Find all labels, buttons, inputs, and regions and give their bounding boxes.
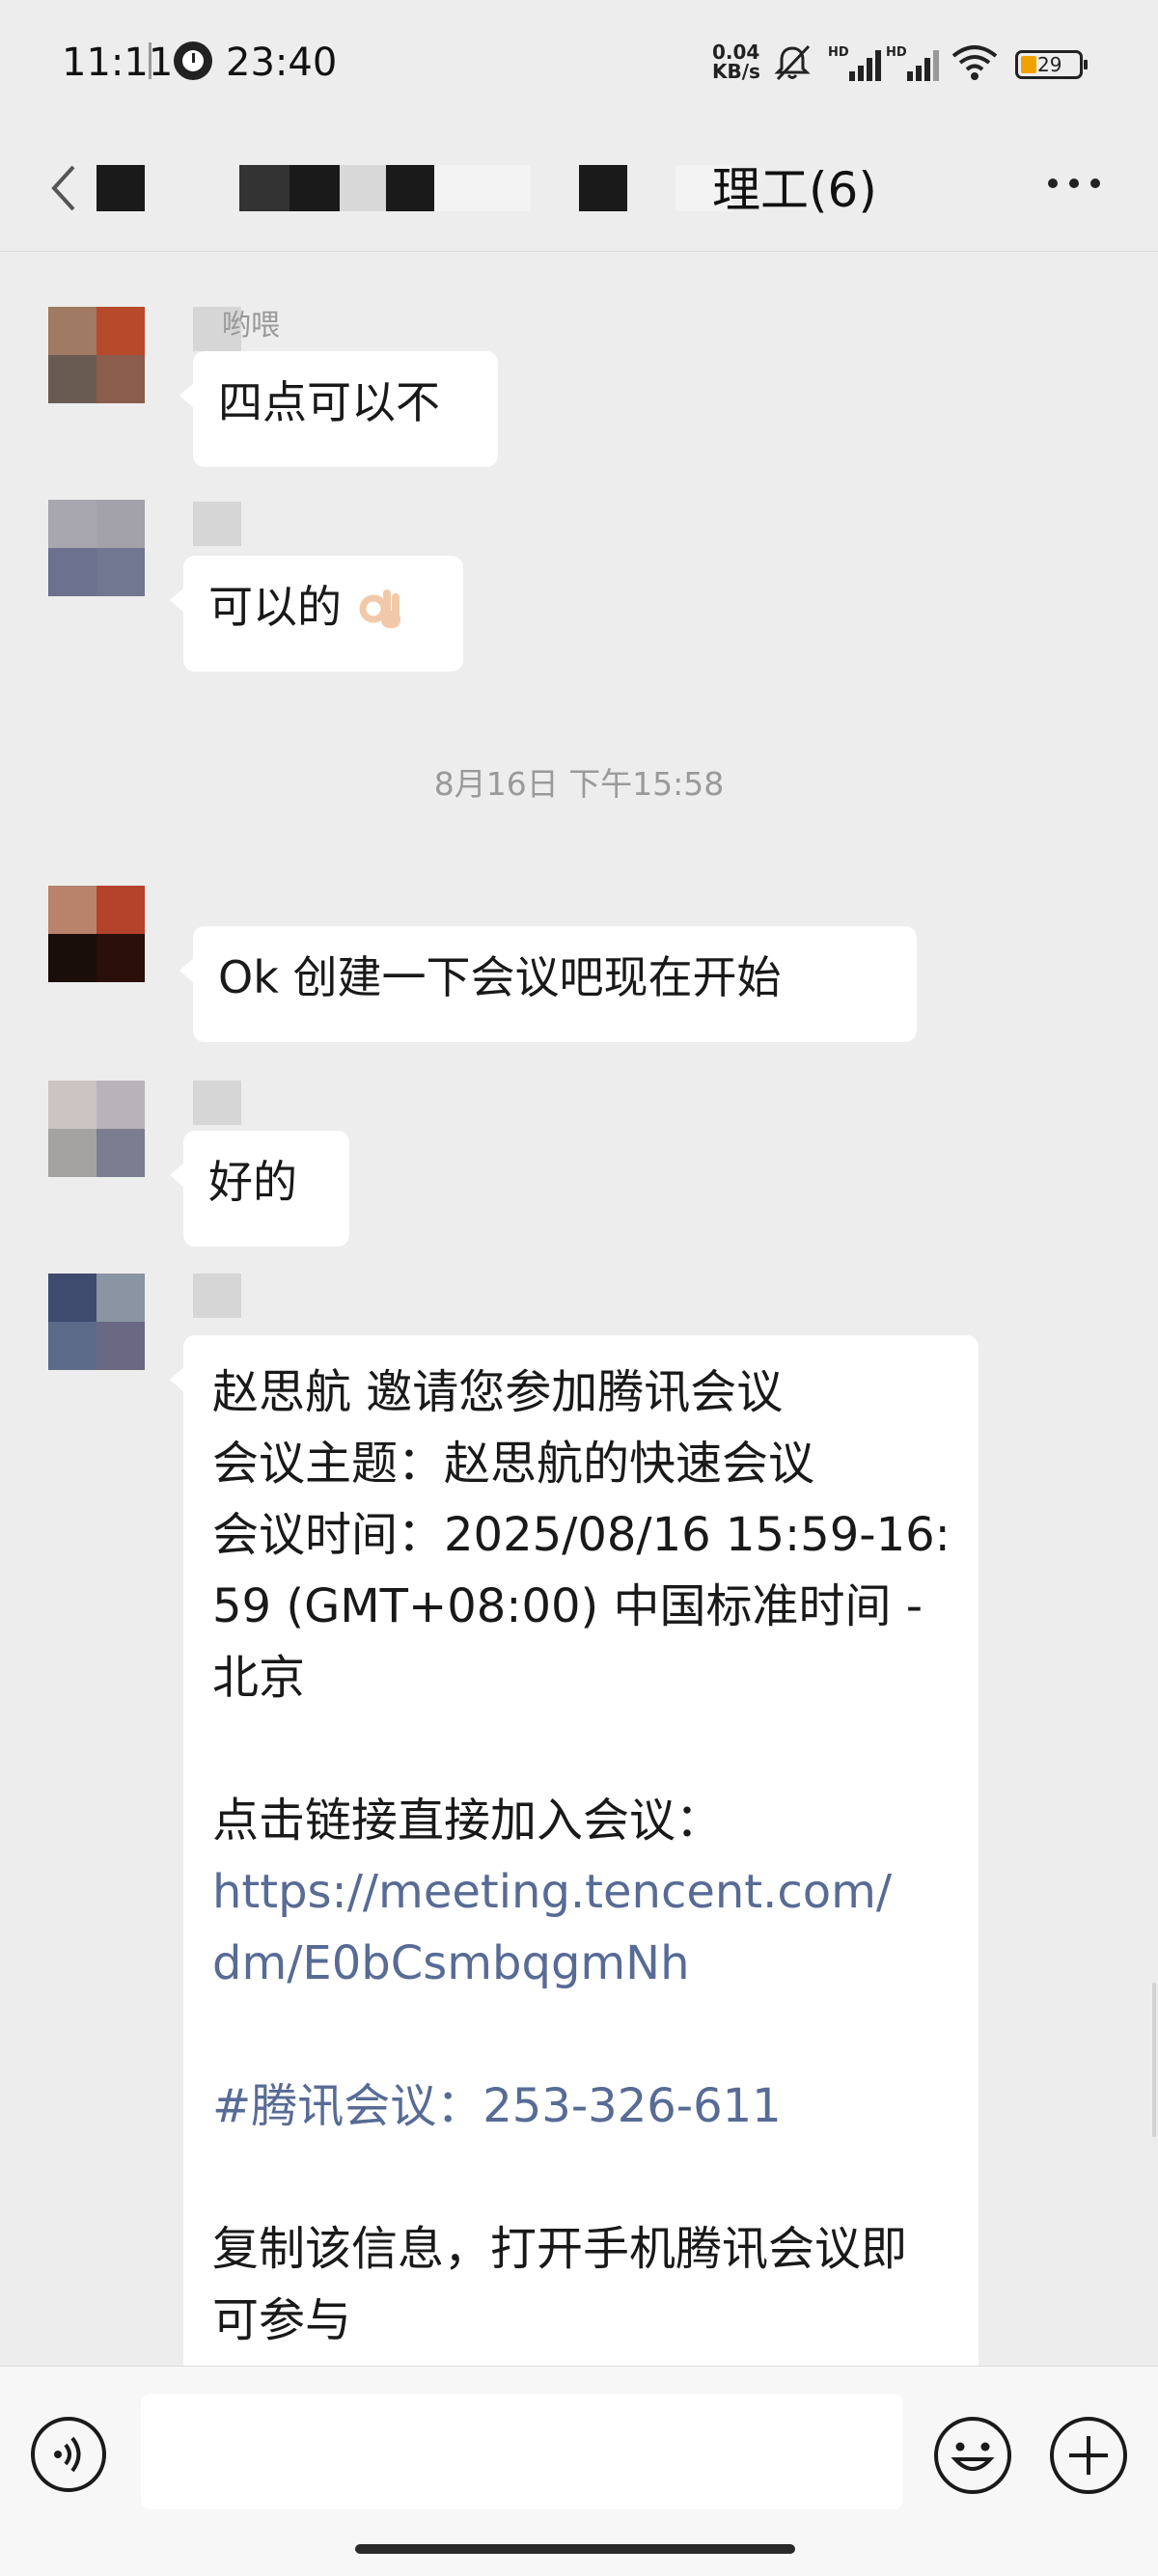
net-speed-value: 0.04: [712, 41, 760, 64]
emoji-icon[interactable]: [932, 2415, 1013, 2496]
signal-icon-2: HD: [886, 45, 939, 81]
meeting-link[interactable]: dm/E0bCsmbqgmNh: [212, 1928, 950, 1999]
invite-line: 北京: [212, 1651, 306, 1705]
redacted-title-block: [239, 165, 290, 211]
sender-name-blur: [193, 1274, 241, 1318]
message-bubble[interactable]: Ok 创建一下会议吧现在开始: [179, 926, 917, 1042]
sender-name-blur: [193, 1081, 241, 1125]
battery-icon: 29: [1015, 50, 1088, 79]
svg-text:HD: HD: [828, 45, 849, 60]
avatar[interactable]: [48, 886, 145, 982]
status-bar: 11:11 23:40 0.04 KB/s HD HD 29: [0, 0, 1158, 130]
plus-icon[interactable]: [1048, 2415, 1129, 2496]
message-text: 好的: [208, 1156, 297, 1208]
wifi-icon: [951, 45, 998, 80]
status-alarm-time: 23:40: [226, 41, 338, 85]
join-prompt: 点击链接直接加入会议：: [212, 1794, 723, 1848]
invite-footer: 复制该信息，打开手机腾讯会议即: [212, 2222, 908, 2276]
chat-screen: 11:11 23:40 0.04 KB/s HD HD 29 理工(6) 哟喂 …: [0, 0, 1158, 2576]
avatar[interactable]: [48, 500, 145, 596]
message-text: 四点可以不: [218, 376, 440, 428]
status-time: 11:11: [62, 41, 174, 85]
back-arrow-icon[interactable]: [44, 161, 83, 215]
sender-name: 哟喂: [222, 309, 280, 343]
redacted-title-block: [386, 165, 434, 211]
chat-title: 理工(6): [712, 162, 877, 218]
scrollbar[interactable]: [1152, 1983, 1156, 2137]
avatar[interactable]: [48, 1081, 145, 1177]
home-indicator[interactable]: [355, 2544, 795, 2554]
ok-hand-icon: [359, 589, 400, 628]
invite-footer: 可参与: [212, 2293, 352, 2347]
message-text: Ok 创建一下会议吧现在开始: [218, 951, 782, 1003]
avatar[interactable]: [48, 307, 145, 403]
chat-header: 理工(6): [0, 130, 1158, 252]
voice-icon[interactable]: [29, 2415, 108, 2494]
battery-level: 29: [1037, 53, 1062, 76]
invite-line: 赵思航 邀请您参加腾讯会议: [212, 1365, 784, 1419]
net-speed-unit: KB/s: [712, 60, 760, 83]
message-input[interactable]: [141, 2394, 903, 2509]
more-options-icon[interactable]: [1048, 178, 1102, 198]
invite-line: 59 (GMT+08:00) 中国标准时间 -: [212, 1579, 924, 1633]
invite-line: 会议时间：2025/08/16 15:59-16:: [212, 1508, 951, 1562]
invite-line: 会议主题：赵思航的快速会议: [212, 1437, 815, 1491]
redacted-title-block: [340, 165, 386, 211]
net-speed: 0.04 KB/s: [712, 42, 760, 81]
clock-icon: [174, 41, 212, 80]
meeting-invite-bubble[interactable]: 赵思航 邀请您参加腾讯会议 会议主题：赵思航的快速会议 会议时间：2025/08…: [170, 1335, 979, 2377]
message-bubble[interactable]: 四点可以不: [179, 351, 498, 467]
message-bubble[interactable]: 可以的: [170, 556, 463, 671]
redacted-title-block: [434, 165, 531, 211]
svg-text:HD: HD: [886, 45, 907, 60]
meeting-link[interactable]: https://meeting.tencent.com/: [212, 1856, 950, 1928]
battery-fill: [1021, 56, 1036, 73]
redacted-title-block: [290, 165, 340, 211]
message-bubble[interactable]: 好的: [170, 1131, 349, 1247]
redacted-title-block: [96, 165, 145, 211]
sender-name-blur: [193, 502, 241, 546]
signal-icon: HD: [828, 45, 881, 81]
mute-bell-icon: [774, 44, 811, 81]
message-text: 可以的: [208, 581, 342, 633]
chat-timestamp: 8月16日 下午15:58: [433, 765, 725, 803]
input-bar: [0, 2366, 1158, 2576]
meeting-id-link[interactable]: #腾讯会议：253-326-611: [212, 2070, 950, 2142]
redacted-title-block: [579, 165, 627, 211]
avatar[interactable]: [48, 1274, 145, 1370]
status-separator: [149, 42, 152, 79]
